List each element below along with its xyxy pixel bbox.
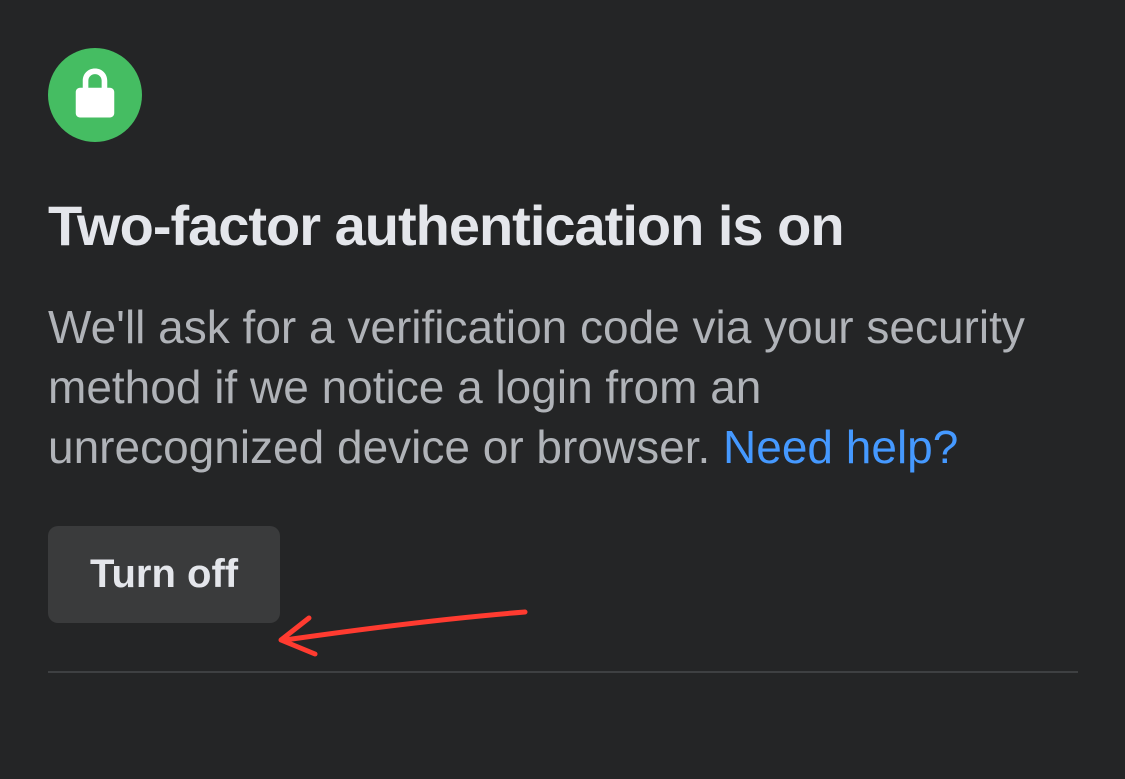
turn-off-button[interactable]: Turn off: [48, 526, 280, 623]
lock-badge: [48, 48, 142, 142]
two-factor-title: Two-factor authentication is on: [48, 194, 1077, 258]
two-factor-description: We'll ask for a verification code via yo…: [48, 298, 1048, 477]
section-divider: [48, 671, 1078, 673]
lock-icon: [74, 68, 116, 123]
need-help-link[interactable]: Need help?: [723, 421, 958, 473]
two-factor-panel: Two-factor authentication is on We'll as…: [0, 0, 1125, 673]
